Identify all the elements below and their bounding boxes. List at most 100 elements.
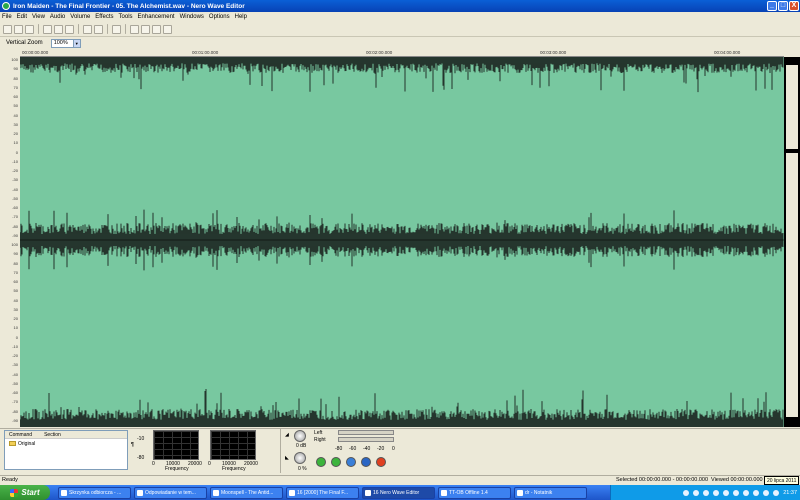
taskbar-item-nero[interactable]: 16 Nero Wave Editor xyxy=(362,486,435,499)
save-icon[interactable] xyxy=(25,24,34,34)
player-icon xyxy=(213,489,219,496)
menu-audio[interactable]: Audio xyxy=(50,14,65,20)
amplitude-tick: 60 xyxy=(13,279,18,284)
amplitude-tick: 50 xyxy=(13,288,18,294)
task-label: Moonspell - The Antid... xyxy=(221,489,274,496)
waveform-view[interactable] xyxy=(20,57,784,427)
loop-button[interactable] xyxy=(346,457,356,467)
tray-icon[interactable] xyxy=(693,489,700,496)
taskbar-item-player[interactable]: Moonspell - The Antid... xyxy=(210,486,283,499)
tray-icon[interactable] xyxy=(713,489,720,496)
zoom-fit-icon[interactable] xyxy=(163,24,172,34)
redo-icon[interactable] xyxy=(94,24,103,34)
tray-icon[interactable] xyxy=(743,489,750,496)
amplitude-tick: 80 xyxy=(13,75,18,81)
tray-icon[interactable] xyxy=(753,489,760,496)
vertical-zoom-label: Vertical Zoom xyxy=(6,40,43,46)
tray-icon[interactable] xyxy=(763,489,770,496)
menu-tools[interactable]: Tools xyxy=(119,14,133,20)
history-col-section[interactable]: Section xyxy=(44,432,61,438)
volume-knob[interactable] xyxy=(294,430,306,442)
waveform-canvas[interactable] xyxy=(20,57,784,427)
amplitude-tick: -20 xyxy=(12,353,18,358)
zoom-out-icon[interactable] xyxy=(152,24,161,34)
taskbar-item-notepad[interactable]: dr - Notatnik xyxy=(514,486,587,499)
ruler-tick: 00:03:00.000 xyxy=(540,50,567,55)
vertical-scrollbar[interactable] xyxy=(784,57,800,427)
menu-edit[interactable]: Edit xyxy=(17,14,27,20)
amplitude-tick: 0 xyxy=(15,334,18,340)
menu-file[interactable]: File xyxy=(2,14,12,20)
taskbar-item-mail[interactable]: Skrzynka odbiorcza - ... xyxy=(58,486,131,499)
volume-slider-icon[interactable]: ◢ xyxy=(285,432,289,438)
ruler-tick: 00:01:00.000 xyxy=(192,50,219,55)
clock[interactable]: 21:37 xyxy=(783,490,797,496)
ruler-tick: 00:04:00.000 xyxy=(714,50,741,55)
copy-icon[interactable] xyxy=(54,24,63,34)
taskbar-item-browser[interactable]: Odpowiadanie w tem... xyxy=(134,486,207,499)
tray-icon[interactable] xyxy=(683,489,690,496)
menu-windows[interactable]: Windows xyxy=(180,14,204,20)
amplitude-tick: 80 xyxy=(13,260,18,266)
stop-button[interactable] xyxy=(361,457,371,467)
task-label: Skrzynka odbiorcza - ... xyxy=(69,489,122,496)
pan-slider-icon[interactable]: ◣ xyxy=(285,455,289,461)
new-file-icon[interactable] xyxy=(3,24,12,34)
amplitude-tick: 20 xyxy=(13,316,18,321)
nero-app-icon xyxy=(2,2,10,10)
history-panel: Command Section Original xyxy=(4,430,128,470)
play-selection-button[interactable] xyxy=(331,457,341,467)
ruler-tick: 00:00:00.000 xyxy=(22,50,49,55)
tray-icon[interactable] xyxy=(723,489,730,496)
tray-icon[interactable] xyxy=(733,489,740,496)
menu-volume[interactable]: Volume xyxy=(70,14,90,20)
wand-icon[interactable] xyxy=(130,24,139,34)
spectrum-right xyxy=(210,430,256,460)
history-row[interactable]: Original xyxy=(5,439,127,448)
menu-view[interactable]: View xyxy=(32,14,45,20)
paste-icon[interactable] xyxy=(65,24,74,34)
record-button[interactable] xyxy=(376,457,386,467)
task-label: 16 [2000] The Final F... xyxy=(297,489,349,496)
amplitude-tick: 100 xyxy=(11,57,18,62)
undo-icon[interactable] xyxy=(83,24,92,34)
minimize-button[interactable]: _ xyxy=(767,1,777,11)
menu-effects[interactable]: Effects xyxy=(95,14,113,20)
open-folder-icon[interactable] xyxy=(14,24,23,34)
taskbar-item-folder[interactable]: 16 [2000] The Final F... xyxy=(286,486,359,499)
close-button[interactable]: X xyxy=(789,1,799,11)
spectrum-db-top: -10 xyxy=(137,436,145,442)
mail-icon xyxy=(61,489,67,496)
timeline-ruler[interactable]: 00:00:00.000 00:01:00.000 00:02:00.000 0… xyxy=(20,50,784,57)
pan-knob[interactable] xyxy=(294,452,306,464)
task-label: dr - Notatnik xyxy=(525,489,553,496)
nero-icon xyxy=(365,489,371,496)
cut-icon[interactable] xyxy=(43,24,52,34)
db-icon: ¶ xyxy=(131,442,134,448)
vertical-zoom-select[interactable]: 100% ▼ xyxy=(50,38,81,48)
tray-icon[interactable] xyxy=(703,489,710,496)
amplitude-tick: -80 xyxy=(12,223,18,229)
scrollbar-thumb-top[interactable] xyxy=(786,65,798,149)
freq-tick: 20000 xyxy=(244,461,258,467)
menu-enhancement[interactable]: Enhancement xyxy=(138,14,175,20)
play-button[interactable] xyxy=(316,457,326,467)
folder-icon xyxy=(9,441,16,446)
menu-help[interactable]: Help xyxy=(235,14,247,20)
scrollbar-thumb-bottom[interactable] xyxy=(786,153,798,417)
chevron-down-icon[interactable]: ▼ xyxy=(72,39,80,47)
speaker-icon[interactable] xyxy=(773,489,780,496)
frequency-label: Frequency xyxy=(165,466,189,472)
taskbar-item-tt[interactable]: TT-OB Offline 1.4 xyxy=(438,486,511,499)
history-col-command[interactable]: Command xyxy=(9,432,32,438)
amplitude-tick: 50 xyxy=(13,103,18,109)
amplitude-tick: -70 xyxy=(12,399,18,405)
amplitude-tick: 10 xyxy=(13,325,18,331)
fit-width-icon[interactable] xyxy=(112,24,121,34)
start-button[interactable]: Start xyxy=(0,485,50,500)
left-channel-label: Left xyxy=(314,430,323,436)
menu-options[interactable]: Options xyxy=(209,14,230,20)
task-label: 16 Nero Wave Editor xyxy=(373,489,420,496)
zoom-in-icon[interactable] xyxy=(141,24,150,34)
maximize-button[interactable]: □ xyxy=(778,1,788,11)
